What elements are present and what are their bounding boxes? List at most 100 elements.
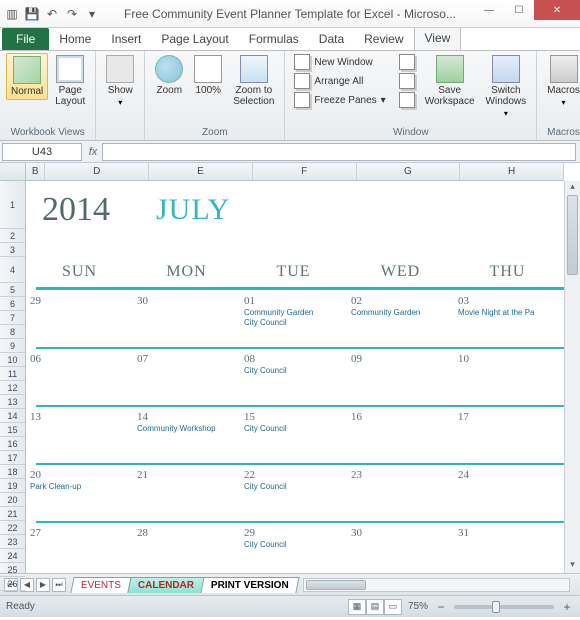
col-f[interactable]: F [253, 163, 357, 180]
calendar-cell[interactable]: 17 [454, 409, 561, 435]
row-header[interactable]: 8 [0, 325, 25, 339]
row-header[interactable]: 9 [0, 339, 25, 353]
row-header[interactable]: 19 [0, 479, 25, 493]
zoom-out-button[interactable]: − [434, 600, 448, 614]
row-header[interactable]: 5 [0, 283, 25, 297]
scroll-down-icon[interactable]: ▾ [565, 559, 580, 573]
calendar-cell[interactable]: 09 [347, 351, 454, 377]
insert-tab[interactable]: Insert [101, 28, 151, 50]
minimize-button[interactable]: — [474, 0, 504, 20]
row-header[interactable]: 21 [0, 507, 25, 521]
sheet-tab-events[interactable]: EVENTS [70, 577, 131, 593]
data-tab[interactable]: Data [309, 28, 354, 50]
calendar-cell[interactable]: 20Park Clean-up [26, 467, 133, 493]
calendar-cell[interactable]: 30 [347, 525, 454, 551]
calendar-cell[interactable]: 23 [347, 467, 454, 493]
row-header[interactable]: 11 [0, 367, 25, 381]
split-button[interactable] [396, 53, 418, 71]
qat-dropdown-icon[interactable]: ▾ [84, 6, 100, 22]
zoom-slider-handle[interactable] [492, 601, 500, 613]
calendar-cell[interactable]: 28 [133, 525, 240, 551]
row-header[interactable]: 4 [0, 257, 25, 283]
redo-icon[interactable]: ↷ [64, 6, 80, 22]
calendar-cell[interactable]: 08City Council [240, 351, 347, 377]
calendar-cell[interactable]: 15City Council [240, 409, 347, 435]
calendar-cell[interactable]: 16 [347, 409, 454, 435]
sheet-tab-print[interactable]: PRINT VERSION [200, 577, 299, 593]
zoom-in-button[interactable]: + [560, 600, 574, 614]
row-header[interactable]: 20 [0, 493, 25, 507]
row-header[interactable]: 10 [0, 353, 25, 367]
vertical-scrollbar[interactable]: ▴ ▾ [564, 181, 580, 573]
maximize-button[interactable]: ☐ [504, 0, 534, 20]
calendar-cell[interactable]: 03Movie Night at the Pa [454, 293, 561, 329]
calendar-cell[interactable]: 02Community Garden [347, 293, 454, 329]
row-header[interactable]: 26 [0, 577, 25, 591]
show-button[interactable]: Show▾ [102, 53, 138, 109]
page-layout-view-icon[interactable]: ▤ [366, 599, 384, 615]
zoom-button[interactable]: Zoom [151, 53, 187, 98]
row-header[interactable]: 16 [0, 437, 25, 451]
review-tab[interactable]: Review [354, 28, 413, 50]
row-header[interactable]: 13 [0, 395, 25, 409]
calendar-cell[interactable]: 29 [26, 293, 133, 329]
horizontal-scrollbar[interactable] [303, 578, 570, 592]
formulas-tab[interactable]: Formulas [239, 28, 309, 50]
calendar-cell[interactable]: 07 [133, 351, 240, 377]
pagelayout-tab[interactable]: Page Layout [151, 28, 238, 50]
row-header[interactable]: 15 [0, 423, 25, 437]
row-headers[interactable]: 1 2 3 4 5 6 7 8 9 10 11 12 13 14 15 16 1… [0, 181, 26, 573]
undo-icon[interactable]: ↶ [44, 6, 60, 22]
column-headers[interactable]: B D E F G H [26, 163, 564, 181]
col-h[interactable]: H [460, 163, 564, 180]
calendar-cell[interactable]: 13 [26, 409, 133, 435]
row-header[interactable]: 7 [0, 311, 25, 325]
zoom-slider[interactable] [454, 605, 554, 609]
col-d[interactable]: D [45, 163, 149, 180]
calendar-cell[interactable]: 22City Council [240, 467, 347, 493]
name-box[interactable]: U43 [2, 143, 82, 161]
select-all-button[interactable] [0, 163, 26, 181]
calendar-cell[interactable]: 30 [133, 293, 240, 329]
page-break-view-icon[interactable]: ▭ [384, 599, 402, 615]
row-header[interactable]: 3 [0, 243, 25, 257]
freeze-panes-button[interactable]: Freeze Panes ▾ [291, 91, 388, 109]
view-tab[interactable]: View [414, 26, 462, 50]
row-header[interactable]: 12 [0, 381, 25, 395]
calendar-cell[interactable]: 29City Council [240, 525, 347, 551]
zoom-selection-button[interactable]: Zoom to Selection [229, 53, 278, 109]
col-g[interactable]: G [357, 163, 461, 180]
row-header[interactable]: 14 [0, 409, 25, 423]
scroll-thumb[interactable] [567, 195, 578, 275]
calendar-cell[interactable]: 06 [26, 351, 133, 377]
calendar-cell[interactable]: 24 [454, 467, 561, 493]
fx-icon[interactable]: fx [84, 146, 102, 158]
row-header[interactable]: 25 [0, 563, 25, 577]
close-button[interactable]: ✕ [534, 0, 580, 20]
file-tab[interactable]: File [2, 28, 49, 50]
save-icon[interactable]: 💾 [24, 6, 40, 22]
formula-input[interactable] [102, 143, 576, 161]
sheet-last-icon[interactable]: ⏭ [52, 578, 66, 592]
home-tab[interactable]: Home [49, 28, 101, 50]
new-window-button[interactable]: New Window [291, 53, 388, 71]
row-header[interactable]: 24 [0, 549, 25, 563]
row-header[interactable]: 6 [0, 297, 25, 311]
row-header[interactable]: 22 [0, 521, 25, 535]
macros-button[interactable]: Macros▾ [543, 53, 580, 109]
col-b[interactable]: B [26, 163, 45, 180]
calendar-cell[interactable]: 27 [26, 525, 133, 551]
row-header[interactable]: 1 [0, 181, 25, 229]
zoom-level[interactable]: 75% [408, 601, 428, 612]
switch-windows-button[interactable]: Switch Windows▾ [482, 53, 531, 120]
calendar-cell[interactable]: 14Community Workshop [133, 409, 240, 435]
scroll-up-icon[interactable]: ▴ [565, 181, 580, 195]
sheet-next-icon[interactable]: ▶ [36, 578, 50, 592]
arrange-all-button[interactable]: Arrange All [291, 72, 388, 90]
calendar-cell[interactable]: 31 [454, 525, 561, 551]
row-header[interactable]: 18 [0, 465, 25, 479]
sheet-tab-calendar[interactable]: CALENDAR [127, 577, 205, 593]
normal-view-icon[interactable]: ▦ [348, 599, 366, 615]
worksheet-cells[interactable]: 2014 JULY SUN MON TUE WED THU 293001Comm… [26, 181, 564, 573]
normal-view-button[interactable]: Normal [6, 53, 48, 100]
